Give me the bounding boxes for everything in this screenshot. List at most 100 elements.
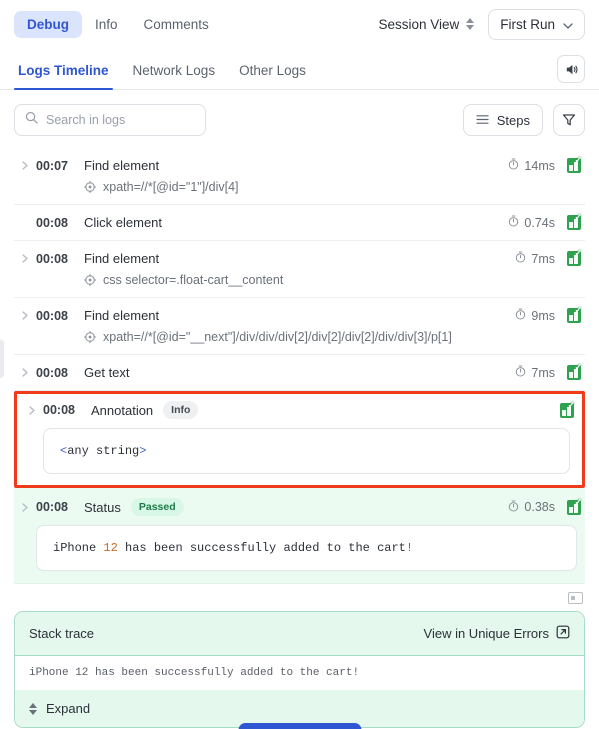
steps-button[interactable]: Steps	[462, 104, 543, 136]
log-duration-value: 7ms	[531, 365, 555, 380]
tab-comments[interactable]: Comments	[131, 11, 222, 38]
table-row[interactable]: 00:08 Find element 7ms ✓ css selector=.f…	[14, 241, 585, 298]
table-row[interactable]: 00:08 Click element 0.74s ✓	[14, 205, 585, 241]
log-duration-value: 7ms	[531, 251, 555, 266]
log-timestamp: 00:08	[36, 365, 68, 380]
stack-trace-expand-button[interactable]: Expand	[15, 690, 584, 727]
timer-icon	[515, 365, 526, 380]
screenshot-status-icon[interactable]: ✓	[567, 497, 582, 515]
search-input[interactable]	[46, 113, 195, 127]
log-row-head: 00:08 Annotation Info ✓	[21, 400, 578, 419]
tab-debug[interactable]: Debug	[14, 10, 82, 38]
log-duration-value: 9ms	[531, 308, 555, 323]
table-row[interactable]: 00:08 Get text 7ms ✓	[14, 355, 585, 391]
tab-info[interactable]: Info	[82, 11, 131, 38]
chevron-down-icon	[563, 17, 573, 32]
session-view-selector[interactable]: Session View	[378, 16, 475, 32]
log-toolbar: Steps	[0, 90, 599, 148]
status-row[interactable]: 00:08 Status Passed 0.38s ✓ iPhone 12 ha…	[14, 488, 585, 584]
run-select-value: First Run	[500, 16, 555, 32]
screenshot-status-icon[interactable]: ✓	[567, 363, 582, 380]
screenshot-status-icon[interactable]: ✓	[567, 156, 582, 173]
list-icon	[476, 113, 489, 128]
expand-vertical-icon	[29, 702, 37, 715]
terminal-icon-row	[0, 584, 599, 607]
filter-icon[interactable]	[553, 104, 585, 136]
view-in-unique-errors-link[interactable]: View in Unique Errors	[424, 625, 570, 642]
log-action: Find element	[84, 158, 160, 173]
annotation-code-close: >	[139, 444, 147, 458]
screenshot-status-icon[interactable]: ✓	[567, 306, 582, 323]
annotation-row[interactable]: 00:08 Annotation Info ✓ <any string>	[21, 400, 578, 474]
log-action: Click element	[84, 215, 163, 230]
log-row-head: 00:08 Find element 9ms ✓	[14, 306, 585, 323]
log-timestamp: 00:08	[36, 215, 68, 230]
tab-logs-timeline[interactable]: Logs Timeline	[14, 63, 121, 90]
panel-drag-handle[interactable]	[0, 340, 4, 378]
speaker-icon[interactable]	[557, 55, 585, 83]
annotation-code-text: any string	[67, 444, 140, 458]
status-message-number: 12	[103, 541, 118, 555]
expand-caret-icon[interactable]	[14, 161, 36, 170]
log-action: Find element	[84, 251, 160, 266]
stack-trace-expand-label: Expand	[46, 701, 91, 716]
search-input-wrap[interactable]	[14, 104, 206, 136]
tab-network-logs[interactable]: Network Logs	[121, 63, 228, 89]
table-row[interactable]: 00:08 Find element 9ms ✓ xpath=//*[@id="…	[14, 298, 585, 355]
primary-action-button[interactable]	[238, 723, 361, 729]
view-in-unique-errors-label: View in Unique Errors	[423, 626, 549, 641]
log-row-head: 00:08 Click element 0.74s ✓	[14, 213, 585, 230]
debug-panel: Debug Info Comments Session View First R…	[0, 0, 599, 729]
terminal-icon[interactable]	[568, 592, 583, 604]
expand-caret-icon[interactable]	[14, 368, 36, 377]
screenshot-status-icon[interactable]: ✓	[567, 249, 582, 266]
timer-icon	[508, 215, 519, 230]
screenshot-status-icon[interactable]: ✓	[560, 400, 575, 418]
table-row[interactable]: 00:07 Find element 14ms ✓ xpath=//*[@id=…	[14, 148, 585, 205]
log-duration: 9ms	[515, 308, 555, 323]
log-selector-line: xpath=//*[@id="__next"]/div/div/div[2]/d…	[84, 330, 585, 344]
log-duration: 0.74s	[508, 215, 555, 230]
log-action: Find element	[84, 308, 160, 323]
log-duration: 7ms	[515, 251, 555, 266]
timer-icon	[515, 251, 526, 266]
status-badge: Info	[163, 401, 199, 419]
status-message-prefix: iPhone	[53, 541, 104, 555]
log-action: Get text	[84, 365, 130, 380]
status-message-suffix: !	[405, 541, 414, 555]
run-select[interactable]: First Run	[488, 8, 585, 40]
log-duration-value: 14ms	[524, 158, 555, 173]
log-row-head: 00:08 Get text 7ms ✓	[14, 363, 585, 380]
timer-icon	[515, 308, 526, 323]
log-selector-text: xpath=//*[@id="__next"]/div/div/div[2]/d…	[103, 330, 452, 344]
status-badge: Passed	[130, 498, 184, 516]
log-selector-text: xpath=//*[@id="1"]/div[4]	[103, 180, 239, 194]
screenshot-status-icon[interactable]: ✓	[567, 213, 582, 230]
expand-caret-icon[interactable]	[14, 311, 36, 320]
status-message-panel: iPhone 12 has been successfully added to…	[36, 525, 577, 571]
annotation-code-panel: <any string>	[43, 428, 570, 474]
log-duration: 7ms	[515, 365, 555, 380]
log-timestamp: 00:08	[36, 500, 68, 514]
log-action: Annotation	[91, 402, 154, 418]
log-duration: 0.38s	[508, 499, 555, 515]
top-tab-bar: Debug Info Comments Session View First R…	[0, 0, 599, 48]
stack-trace-title: Stack trace	[29, 626, 95, 641]
steps-button-label: Steps	[496, 112, 530, 128]
target-icon	[84, 180, 97, 194]
expand-caret-icon[interactable]	[14, 502, 36, 512]
up-down-chevron-icon	[466, 18, 475, 30]
expand-caret-icon[interactable]	[14, 254, 36, 263]
session-view-label: Session View	[378, 16, 460, 32]
timer-icon	[508, 499, 519, 515]
stack-trace-card: Stack trace View in Unique Errors iPhone…	[14, 611, 585, 728]
annotation-highlight-box: 00:08 Annotation Info ✓ <any string>	[14, 391, 585, 488]
log-selector-line: css selector=.float-cart__content	[84, 273, 585, 287]
timer-icon	[508, 158, 519, 173]
tab-other-logs[interactable]: Other Logs	[227, 63, 318, 89]
log-duration: 14ms	[508, 158, 555, 173]
stack-trace-body: iPhone 12 has been successfully added to…	[15, 656, 584, 690]
expand-caret-icon[interactable]	[21, 405, 43, 415]
log-duration-value: 0.74s	[524, 215, 555, 230]
log-action: Status	[84, 499, 121, 515]
